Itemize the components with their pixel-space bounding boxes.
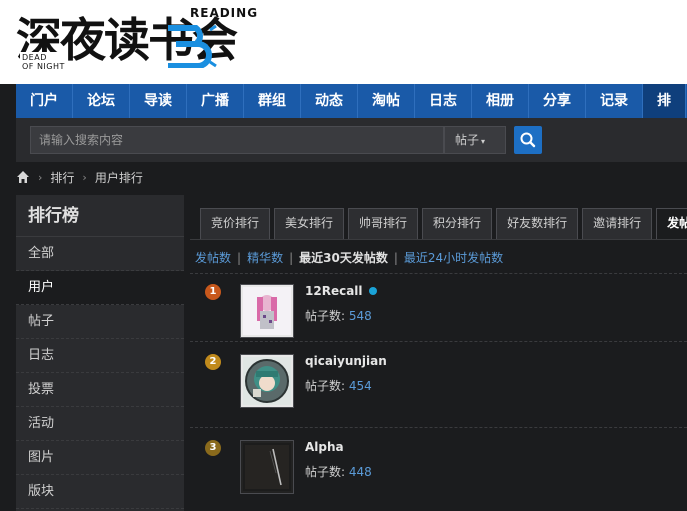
nav-item-album[interactable]: 相册: [472, 84, 529, 118]
logo-b-mark-icon: [168, 24, 217, 68]
subtab-post-count[interactable]: 发帖数: [195, 249, 231, 266]
tab-beauty-ranking[interactable]: 美女排行: [274, 208, 345, 239]
nav-item-collections[interactable]: 淘帖: [358, 84, 415, 118]
search-button[interactable]: [514, 126, 542, 154]
ranking-row: 3 Alpha 帖子数: 448: [190, 440, 687, 510]
sidebar-item-blogs[interactable]: 日志: [16, 339, 184, 373]
site-header: 深夜读书会 READING DEAD OF NIGHT: [0, 0, 687, 84]
user-name[interactable]: 12Recall: [305, 284, 377, 298]
nav-item-blog[interactable]: 日志: [415, 84, 472, 118]
subtab-separator: |: [289, 250, 294, 265]
subtabs: 发帖数 | 精华数 | 最近30天发帖数 | 最近24小时发帖数: [195, 249, 503, 266]
nav-item-share[interactable]: 分享: [529, 84, 586, 118]
post-count-label: 帖子数:: [305, 309, 346, 323]
list-divider: [190, 273, 687, 274]
user-name-text: Alpha: [305, 440, 344, 454]
sidebar-item-all[interactable]: 全部: [16, 237, 184, 271]
ranking-sidebar: 排行榜 全部 用户 帖子 日志 投票 活动 图片 版块: [16, 195, 184, 511]
tab-points-ranking[interactable]: 积分排行: [422, 208, 493, 239]
avatar[interactable]: [240, 354, 294, 408]
ranking-tabs: 竞价排行 美女排行 帅哥排行 积分排行 好友数排行 邀请排行 发帖: [200, 208, 687, 239]
tab-friends-ranking[interactable]: 好友数排行: [496, 208, 579, 239]
user-name-text: 12Recall: [305, 284, 363, 298]
subtab-digest-count[interactable]: 精华数: [247, 249, 283, 266]
list-divider: [190, 427, 687, 428]
tab-posts-ranking[interactable]: 发帖: [656, 208, 687, 239]
user-name[interactable]: Alpha: [305, 440, 344, 454]
home-icon[interactable]: [16, 170, 30, 184]
subtab-30day-posts[interactable]: 最近30天发帖数: [299, 249, 388, 266]
search-bar: 请输入搜索内容 帖子 ▾: [16, 118, 687, 162]
sidebar-item-users[interactable]: 用户: [16, 271, 184, 305]
avatar[interactable]: [240, 284, 294, 338]
post-count: 帖子数: 448: [305, 463, 372, 480]
site-logo[interactable]: 深夜读书会 READING DEAD OF NIGHT: [16, 6, 276, 76]
breadcrumb-user-ranking[interactable]: 用户排行: [95, 169, 143, 186]
user-name-text: qicaiyunjian: [305, 354, 387, 368]
caret-down-icon: ▾: [481, 137, 486, 146]
post-count: 帖子数: 454: [305, 377, 372, 394]
nav-item-groups[interactable]: 群组: [244, 84, 301, 118]
nav-item-ranking[interactable]: 排: [643, 84, 686, 118]
rank-badge: 3: [205, 440, 221, 456]
tabs-divider: [190, 239, 687, 240]
avatar-image: [243, 287, 291, 335]
sidebar-item-boards[interactable]: 版块: [16, 475, 184, 509]
post-count-value[interactable]: 454: [349, 379, 372, 393]
online-status-icon: [368, 287, 377, 295]
logo-dead-of-night: DEAD OF NIGHT: [20, 52, 67, 72]
user-name[interactable]: qicaiyunjian: [305, 354, 387, 368]
sidebar-item-polls[interactable]: 投票: [16, 373, 184, 407]
logo-reading-text: READING: [190, 6, 259, 20]
avatar-image: [243, 443, 291, 491]
nav-item-broadcast[interactable]: 广播: [187, 84, 244, 118]
avatar[interactable]: [240, 440, 294, 494]
breadcrumb: › 排行 › 用户排行: [16, 166, 143, 188]
ranking-row: 2 qicaiyunjian 帖子数: 454: [190, 354, 687, 424]
nav-item-portal[interactable]: 门户: [16, 84, 73, 118]
nav-item-forum[interactable]: 论坛: [73, 84, 130, 118]
ranking-row: 1 12Recall 帖子数: 548: [190, 284, 687, 354]
nav-item-guide[interactable]: 导读: [130, 84, 187, 118]
list-divider: [190, 341, 687, 342]
search-type-value: 帖子: [455, 133, 480, 147]
tab-handsome-ranking[interactable]: 帅哥排行: [348, 208, 419, 239]
sidebar-item-pictures[interactable]: 图片: [16, 441, 184, 475]
sidebar-item-posts[interactable]: 帖子: [16, 305, 184, 339]
search-icon: [520, 132, 536, 148]
nav-item-activity[interactable]: 动态: [301, 84, 358, 118]
post-count: 帖子数: 548: [305, 307, 372, 324]
chevron-right-icon: ›: [38, 170, 43, 184]
post-count-label: 帖子数:: [305, 379, 346, 393]
main-nav: 门户 论坛 导读 广播 群组 动态 淘帖 日志 相册 分享 记录 排: [16, 84, 687, 118]
breadcrumb-ranking[interactable]: 排行: [50, 169, 74, 186]
nav-item-records[interactable]: 记录: [586, 84, 643, 118]
rank-badge: 1: [205, 284, 221, 300]
ranking-main: 竞价排行 美女排行 帅哥排行 积分排行 好友数排行 邀请排行 发帖 发帖数 | …: [190, 195, 687, 511]
sidebar-title: 排行榜: [16, 195, 184, 237]
sidebar-item-events[interactable]: 活动: [16, 407, 184, 441]
avatar-image: [243, 357, 291, 405]
tab-invite-ranking[interactable]: 邀请排行: [582, 208, 653, 239]
post-count-value[interactable]: 448: [349, 465, 372, 479]
rank-badge: 2: [205, 354, 221, 370]
tab-bid-ranking[interactable]: 竞价排行: [200, 208, 271, 239]
post-count-label: 帖子数:: [305, 465, 346, 479]
subtab-24h-posts[interactable]: 最近24小时发帖数: [404, 249, 503, 266]
subtab-separator: |: [393, 250, 398, 265]
post-count-value[interactable]: 548: [349, 309, 372, 323]
search-type-select[interactable]: 帖子 ▾: [444, 126, 506, 154]
subtab-separator: |: [237, 250, 242, 265]
search-input[interactable]: 请输入搜索内容: [30, 126, 444, 154]
chevron-right-icon: ›: [82, 170, 87, 184]
